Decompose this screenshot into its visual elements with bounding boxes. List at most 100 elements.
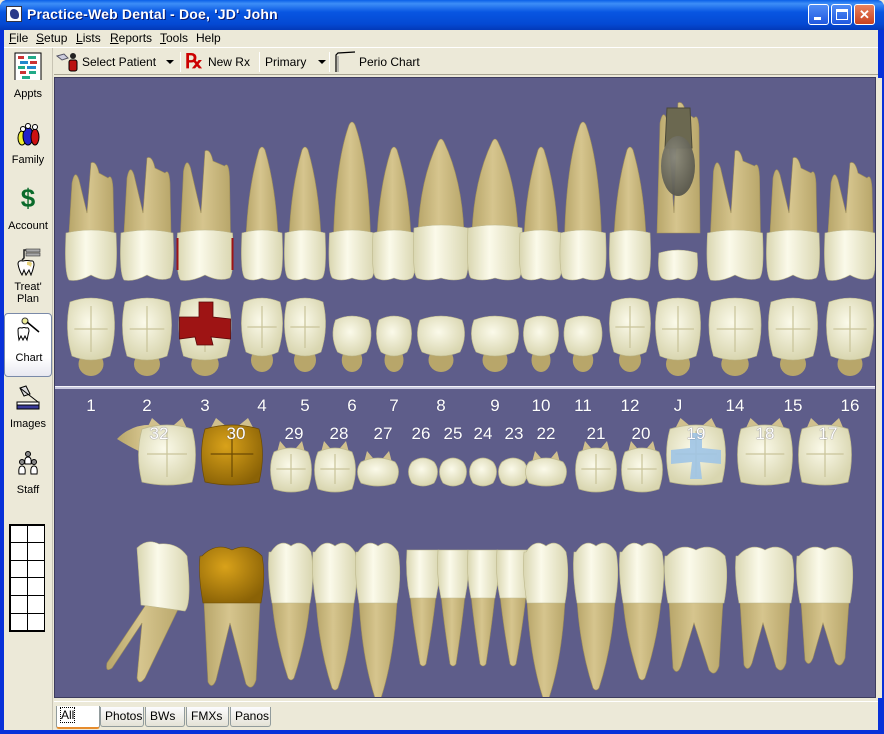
tooth-number-19[interactable]: 19 — [687, 424, 706, 444]
tooth-number-17[interactable]: 17 — [819, 424, 838, 444]
tooth-4 — [241, 146, 283, 372]
sidebar-item-family[interactable]: Family — [4, 116, 52, 178]
minimize-button[interactable] — [808, 4, 829, 25]
tooth-7 — [372, 146, 416, 372]
new-rx-button[interactable]: ℞ New Rx — [185, 51, 250, 73]
grid-cell[interactable] — [9, 612, 28, 632]
grid-cell[interactable] — [9, 595, 28, 614]
tooth-crown — [573, 542, 619, 604]
tooth-number-10[interactable]: 10 — [532, 396, 551, 416]
tab-all[interactable]: All — [56, 706, 100, 729]
tooth-number-15[interactable]: 15 — [784, 396, 803, 416]
tooth-chart-icon — [17, 317, 40, 342]
grid-cell[interactable] — [9, 577, 28, 597]
tooth-number-26[interactable]: 26 — [412, 424, 431, 444]
tooth-number-23[interactable]: 23 — [505, 424, 524, 444]
tooth-number-28[interactable]: 28 — [330, 424, 349, 444]
perio-chart-label: Perio Chart — [359, 55, 420, 69]
tab-photos[interactable]: Photos — [100, 707, 144, 727]
grid-cell[interactable] — [9, 524, 28, 544]
tooth-number-4[interactable]: 4 — [257, 396, 266, 416]
sidebar-label-treatplan: Treat' Plan — [14, 281, 42, 305]
tooth-number-32[interactable]: 32 — [150, 424, 169, 444]
menu-help[interactable]: Help — [194, 31, 223, 45]
grid-cell[interactable] — [26, 542, 45, 561]
tooth-1 — [65, 162, 117, 376]
tooth-number-3[interactable]: 3 — [200, 396, 209, 416]
tooth-number-20[interactable]: 20 — [632, 424, 651, 444]
tooth-number-18[interactable]: 18 — [756, 424, 775, 444]
chevron-down-icon — [318, 60, 327, 64]
tooth-number-22[interactable]: 22 — [537, 424, 556, 444]
tooth-number-30[interactable]: 30 — [227, 424, 246, 444]
toolbar: Select Patient ℞ New Rx Primary Perio Ch… — [54, 49, 878, 75]
tooth-19 — [664, 418, 728, 674]
tooth-number-1[interactable]: 1 — [86, 396, 95, 416]
tooth-number-7[interactable]: 7 — [389, 396, 398, 416]
menu-bar: File Setup Lists Reports Tools Help — [4, 30, 878, 48]
tooth-number-11[interactable]: 11 — [574, 396, 592, 416]
tooth-number-25[interactable]: 25 — [444, 424, 463, 444]
tooth-root — [769, 157, 818, 234]
sidebar-item-appts[interactable]: Appts — [4, 50, 52, 112]
select-patient-dropdown[interactable] — [164, 51, 176, 73]
grid-cell[interactable] — [26, 595, 45, 614]
tooth-number-6[interactable]: 6 — [347, 396, 356, 416]
tooth-25 — [437, 457, 469, 667]
sidebar-item-account[interactable]: $ Account — [4, 182, 52, 244]
tooth-root — [358, 599, 398, 697]
menu-lists[interactable]: Lists — [74, 31, 103, 45]
sidebar-label-chart: Chart — [15, 352, 43, 364]
sidebar-item-images[interactable]: Images — [4, 382, 52, 444]
menu-file[interactable]: File — [7, 31, 30, 45]
grid-cell[interactable] — [9, 559, 28, 579]
perio-chart-button[interactable]: Perio Chart — [333, 51, 420, 73]
tooth-30 — [199, 418, 265, 688]
menu-reports[interactable]: Reports — [108, 31, 154, 45]
tooth-number-14[interactable]: 14 — [726, 396, 745, 416]
tab-bws-label: BWs — [150, 709, 176, 723]
sidebar-item-chart[interactable]: Chart — [4, 313, 52, 377]
tab-fmxs[interactable]: FMXs — [186, 707, 229, 727]
tooth-number-J[interactable]: J — [674, 396, 683, 416]
tooth-number-5[interactable]: 5 — [300, 396, 309, 416]
tooth-21 — [573, 441, 619, 691]
tooth-crown — [120, 229, 174, 281]
tooth-number-2[interactable]: 2 — [142, 396, 151, 416]
tooth-number-12[interactable]: 12 — [621, 396, 640, 416]
tooth-crown — [437, 549, 469, 599]
tooth-20 — [619, 441, 665, 681]
occlusal-surface — [469, 457, 497, 487]
menu-tools[interactable]: Tools — [158, 31, 190, 45]
grid-cell[interactable] — [9, 542, 28, 561]
tooth-number-16[interactable]: 16 — [841, 396, 860, 416]
tooth-number-21[interactable]: 21 — [587, 424, 606, 444]
tooth-number-24[interactable]: 24 — [474, 424, 493, 444]
close-button[interactable]: ✕ — [854, 4, 875, 25]
tooth-number-27[interactable]: 27 — [374, 424, 393, 444]
tooth-number-29[interactable]: 29 — [285, 424, 304, 444]
sidebar-item-staff[interactable]: Staff — [4, 448, 52, 510]
tooth-number-9[interactable]: 9 — [490, 396, 499, 416]
tooth-root — [333, 121, 371, 239]
grid-cell[interactable] — [26, 524, 45, 544]
maximize-button[interactable] — [831, 4, 852, 25]
sidebar-item-treatplan[interactable]: Treat' Plan — [4, 246, 52, 308]
tooth-number-8[interactable]: 8 — [436, 396, 445, 416]
grid-cell[interactable] — [26, 577, 45, 597]
tooth-chart[interactable]: 1 2 3 4 5 6 7 8 9 10 11 12 J 14 15 16 32 30 29 28 27 26 25 24 2… — [54, 77, 876, 698]
staff-icon — [18, 451, 38, 475]
tooth-crown — [268, 542, 314, 604]
tooth-5 — [284, 146, 326, 372]
schedule-grid[interactable] — [9, 524, 45, 632]
tooth-crown — [467, 224, 523, 281]
primary-dropdown[interactable]: Primary — [265, 51, 327, 73]
tab-panos[interactable]: Panos — [230, 707, 271, 727]
grid-cell[interactable] — [26, 559, 45, 579]
title-bar[interactable]: Practice-Web Dental - Doe, 'JD' John ✕ — [0, 0, 884, 30]
tooth-root — [470, 594, 496, 667]
grid-cell[interactable] — [26, 612, 45, 632]
tab-bws[interactable]: BWs — [145, 707, 185, 727]
select-patient-button[interactable]: Select Patient — [56, 51, 156, 73]
menu-setup[interactable]: Setup — [34, 31, 69, 45]
